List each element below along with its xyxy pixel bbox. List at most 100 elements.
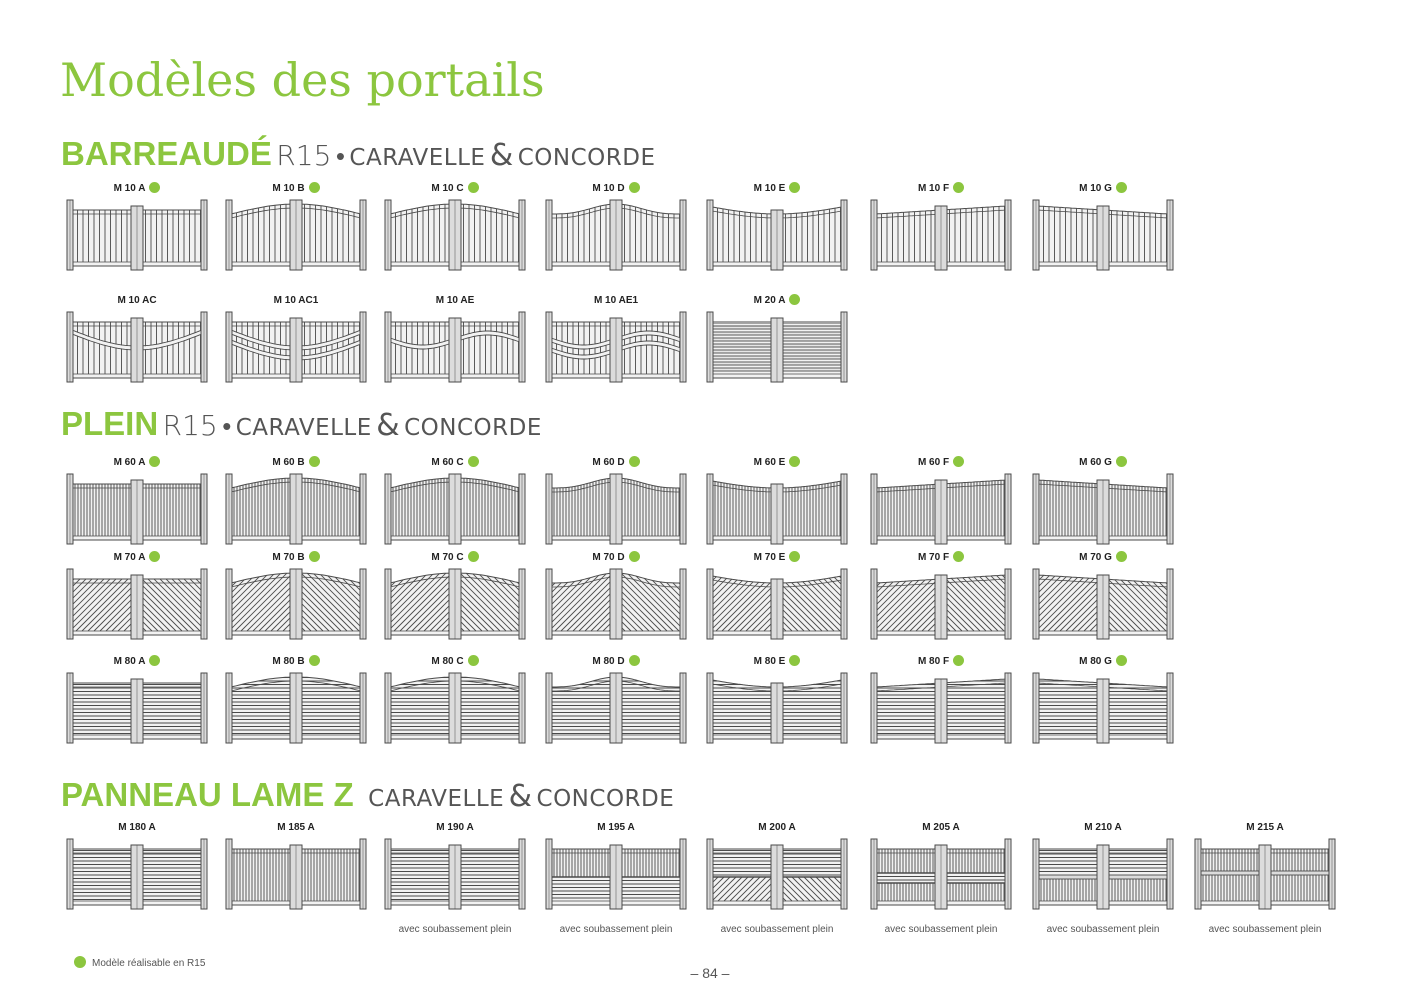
gate-drawing [66, 311, 208, 383]
r15-dot-icon [953, 655, 965, 666]
section-brand-caravelle: CARAVELLE [368, 786, 505, 812]
gate-model-code: M 70 A [113, 552, 146, 563]
gate-model-code: M 10 AC [117, 295, 157, 306]
r15-dot-icon [953, 182, 965, 193]
gate-drawing [870, 838, 1012, 910]
gate-model-code: M 10 AE [435, 295, 475, 306]
gate-model-code: M 80 B [272, 656, 305, 667]
gate-drawing [1032, 473, 1174, 545]
section-bullet: • [222, 411, 232, 441]
r15-dot-icon [467, 182, 479, 193]
gate-drawing [706, 838, 848, 910]
gate-model-code: M 195 A [597, 822, 635, 833]
gate-drawing [225, 311, 367, 383]
r15-dot-icon [628, 655, 640, 666]
gate-drawing [384, 568, 526, 640]
gate-model-code: M 10 C [431, 183, 464, 194]
section-r15: R15 [162, 409, 218, 442]
gate-drawing [706, 311, 848, 383]
r15-dot-icon [628, 551, 640, 562]
r15-dot-icon [467, 551, 479, 562]
gate-model-code: M 10 AC1 [273, 295, 319, 306]
gate-model-note: avec soubassement plein [720, 924, 834, 935]
r15-dot-icon [149, 655, 161, 666]
section-brand-concorde: CONCORDE [517, 145, 656, 171]
gate-model-code: M 60 B [272, 457, 305, 468]
section-name: PANNEAU LAME Z [61, 776, 354, 813]
gate-model-code: M 200 A [758, 822, 796, 833]
gate-drawing [66, 199, 208, 271]
gate-drawing [225, 838, 367, 910]
gate-model-code: M 60 F [917, 457, 950, 468]
gate-drawing [706, 672, 848, 744]
gate-drawing [1032, 568, 1174, 640]
r15-dot-icon [308, 551, 320, 562]
r15-dot-icon [953, 456, 965, 467]
gate-model-code: M 70 E [753, 552, 786, 563]
r15-dot-icon [628, 182, 640, 193]
gate-model-note: avec soubassement plein [1208, 924, 1322, 935]
r15-dot-icon [1115, 456, 1127, 467]
gate-drawing [870, 672, 1012, 744]
legend-text: Modèle réalisable en R15 [92, 958, 206, 969]
gate-drawing [225, 473, 367, 545]
gate-drawing [706, 473, 848, 545]
gate-model-code: M 215 A [1246, 822, 1284, 833]
gate-model-code: M 180 A [118, 822, 156, 833]
r15-dot-icon [149, 551, 161, 562]
gate-drawing [545, 838, 687, 910]
gate-model-code: M 60 A [113, 457, 146, 468]
r15-dot-icon [789, 182, 801, 193]
r15-dot-icon [789, 655, 801, 666]
gate-model-note: avec soubassement plein [1046, 924, 1160, 935]
gate-drawing [384, 838, 526, 910]
gate-model-code: M 60 D [592, 457, 625, 468]
r15-dot-icon [74, 956, 86, 968]
r15-dot-icon [1115, 551, 1127, 562]
gate-drawing [545, 473, 687, 545]
section-ampersand: & [489, 138, 514, 173]
gate-drawing [1194, 838, 1336, 910]
gate-drawing [384, 473, 526, 545]
gate-drawing [545, 568, 687, 640]
gate-model-code: M 80 E [753, 656, 786, 667]
section-ampersand: & [376, 408, 400, 443]
page-title: Modèles des portails [60, 53, 545, 107]
gate-model-code: M 80 A [113, 656, 146, 667]
gate-model-code: M 70 G [1079, 552, 1112, 563]
r15-dot-icon [953, 551, 965, 562]
gate-drawing [66, 568, 208, 640]
r15-dot-icon [467, 655, 479, 666]
r15-dot-icon [789, 551, 801, 562]
section-panneau-lame-z-heading: PANNEAU LAME Z CARAVELLE & CONCORDE [61, 775, 674, 815]
section-ampersand: & [508, 779, 533, 814]
gate-model-note: avec soubassement plein [884, 924, 998, 935]
gate-model-note: avec soubassement plein [398, 924, 512, 935]
gate-model-code: M 210 A [1084, 822, 1122, 833]
r15-dot-icon [789, 456, 801, 467]
gate-model-code: M 10 F [917, 183, 950, 194]
gate-model-code: M 80 G [1079, 656, 1112, 667]
r15-dot-icon [308, 182, 320, 193]
gate-drawing [66, 473, 208, 545]
gate-drawing [545, 311, 687, 383]
gate-model-code: M 80 D [592, 656, 625, 667]
section-brand-concorde: CONCORDE [404, 415, 542, 441]
gate-drawing [706, 199, 848, 271]
gate-model-code: M 20 A [753, 295, 786, 306]
gate-model-code: M 10 AE1 [593, 295, 639, 306]
gate-drawing [66, 672, 208, 744]
section-name: PLEIN [61, 405, 159, 442]
gate-model-code: M 185 A [277, 822, 315, 833]
section-bullet: • [335, 141, 345, 171]
gate-drawing [225, 568, 367, 640]
gate-drawing [870, 473, 1012, 545]
section-r15: R15 [276, 139, 332, 172]
gate-model-code: M 70 D [592, 552, 625, 563]
gate-drawing [870, 568, 1012, 640]
section-brand-caravelle: CARAVELLE [235, 415, 372, 441]
gate-drawing [225, 199, 367, 271]
r15-dot-icon [1115, 655, 1127, 666]
section-barreaude-heading: BARREAUDÉ R15 • CARAVELLE & CONCORDE [61, 134, 656, 174]
gate-model-code: M 60 C [431, 457, 464, 468]
